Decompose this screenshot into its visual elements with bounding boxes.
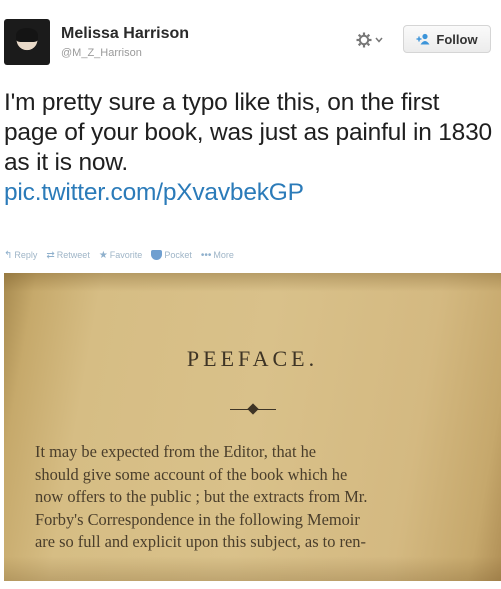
ornament-divider	[230, 409, 276, 410]
reply-icon: ↰	[4, 249, 13, 261]
retweet-label: Retweet	[56, 250, 90, 260]
book-line: It may be expected from the Editor, that…	[35, 442, 317, 461]
pocket-icon	[151, 250, 163, 260]
author-handle[interactable]: @M_Z_Harrison	[61, 47, 142, 59]
book-line: should give some account of the book whi…	[35, 464, 348, 484]
reply-label: Reply	[14, 250, 38, 260]
tweet-actions: ↰ Reply ⇄ Retweet ★ Favorite Pocket ••• …	[4, 248, 234, 262]
more-icon: •••	[200, 249, 212, 261]
tweet-image-link[interactable]: pic.twitter.com/pXvavbekGP	[4, 178, 498, 208]
author-name[interactable]: Melissa Harrison	[61, 25, 189, 43]
follow-label: Follow	[436, 31, 478, 47]
retweet-button[interactable]: ⇄ Retweet	[46, 250, 89, 261]
tweet-body: I'm pretty sure a typo like this, on the…	[4, 89, 492, 176]
more-button[interactable]: ••• More	[201, 250, 234, 261]
favorite-button[interactable]: ★ Favorite	[99, 250, 142, 261]
chevron-down-icon	[375, 37, 383, 43]
favorite-label: Favorite	[109, 250, 143, 260]
retweet-icon: ⇄	[46, 249, 55, 261]
gear-icon	[356, 32, 372, 48]
book-line: now offers to the public ; but the extra…	[35, 487, 368, 506]
gear-menu-button[interactable]	[356, 30, 396, 50]
avatar[interactable]	[4, 19, 50, 65]
add-user-icon	[416, 33, 430, 45]
book-page-text: It may be expected from the Editor, that…	[35, 441, 475, 554]
star-icon: ★	[98, 249, 108, 261]
pocket-button[interactable]: Pocket	[151, 250, 192, 260]
book-page-title: PEEFACE.	[186, 346, 319, 371]
book-line: Forby's Correspondence in the following …	[35, 509, 360, 529]
pocket-label: Pocket	[164, 250, 192, 260]
book-line: are so full and explicit upon this subje…	[35, 532, 366, 551]
tweet-header: Melissa Harrison @M_Z_Harrison Follow	[0, 0, 501, 80]
tweet-photo[interactable]: PEEFACE. It may be expected from the Edi…	[4, 273, 501, 581]
reply-button[interactable]: ↰ Reply	[4, 250, 37, 261]
more-label: More	[213, 250, 234, 260]
follow-button[interactable]: Follow	[403, 25, 491, 53]
tweet-text: I'm pretty sure a typo like this, on the…	[4, 88, 498, 208]
